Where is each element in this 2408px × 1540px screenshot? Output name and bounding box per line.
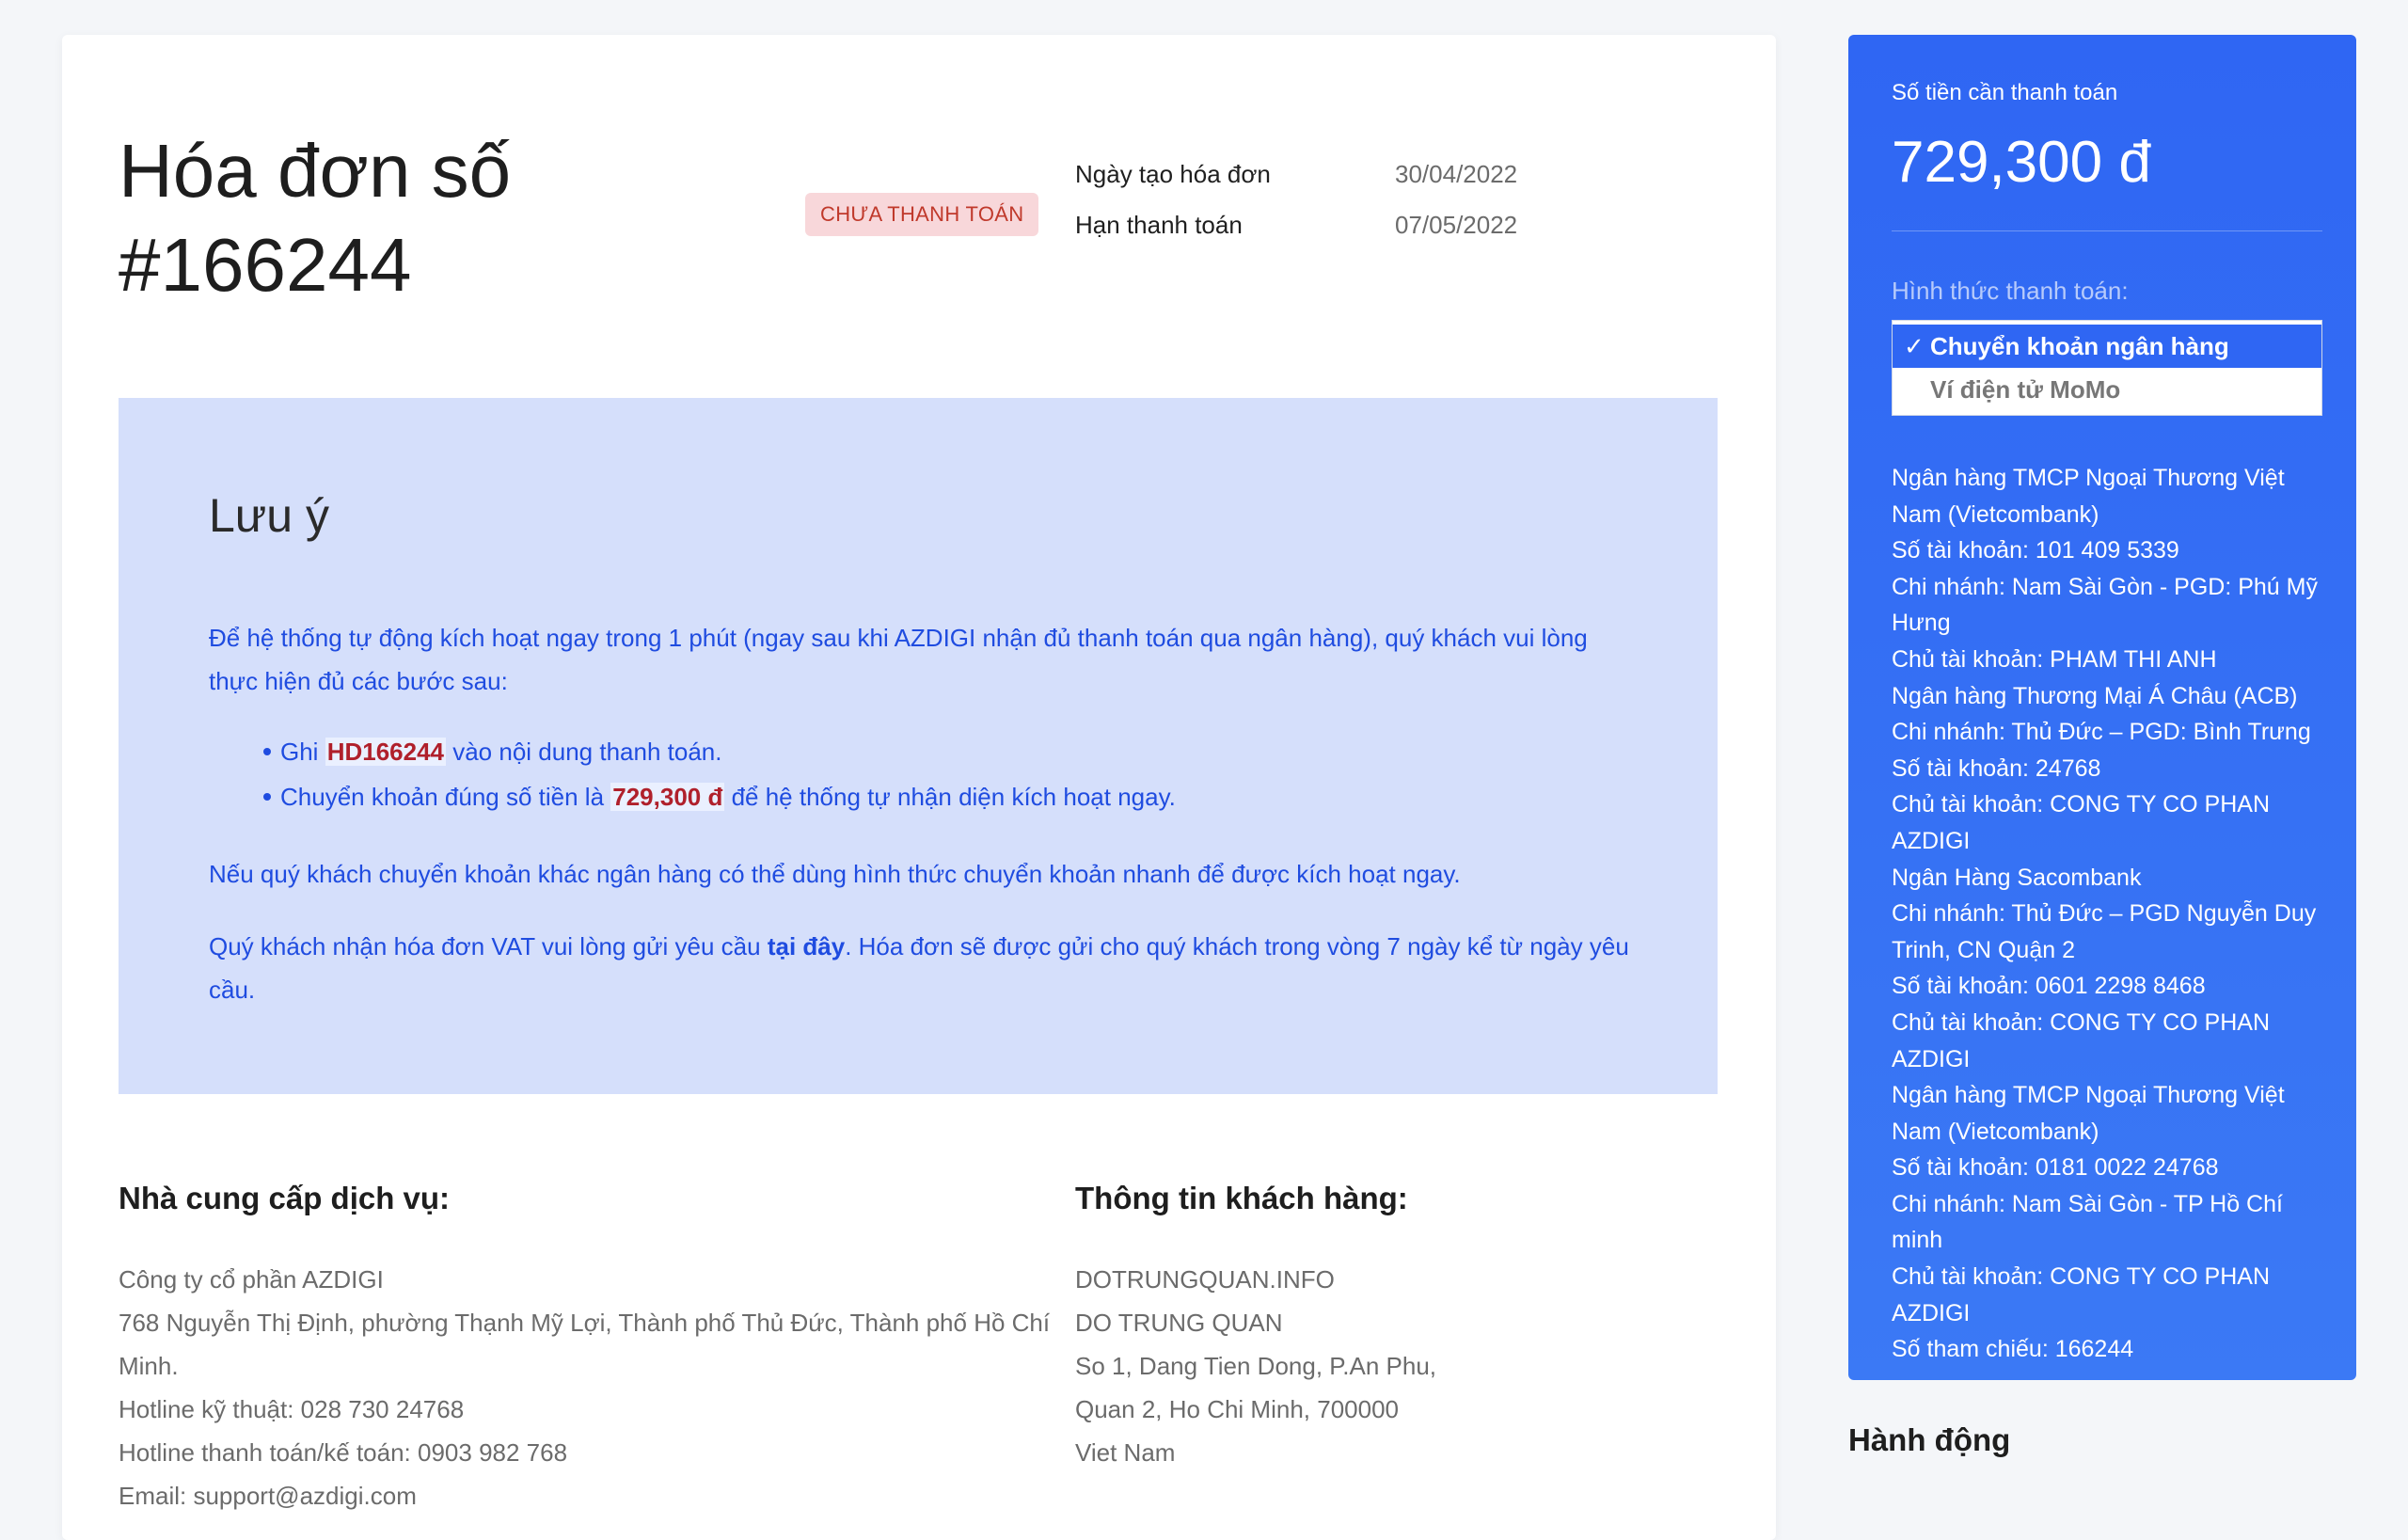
payment-method-label: Hình thức thanh toán: <box>1892 277 2129 305</box>
option-label: Ví điện tử MoMo <box>1930 375 2121 404</box>
created-date-label: Ngày tạo hóa đơn <box>1075 160 1271 188</box>
payment-panel: Số tiền cần thanh toán 729,300 đ Hình th… <box>1848 35 2356 1380</box>
notice-steps-list: Ghi HD166244 vào nội dung thanh toán. Ch… <box>209 729 1176 819</box>
customer-address-2: Quan 2, Ho Chi Minh, 700000 <box>1075 1395 1399 1423</box>
notice-step-item: Ghi HD166244 vào nội dung thanh toán. <box>209 729 1176 774</box>
provider-hotline-tech: Hotline kỹ thuật: 028 730 24768 <box>119 1395 465 1423</box>
bank-line: Chi nhánh: Nam Sài Gòn - PGD: Phú Mỹ Hưn… <box>1892 573 2318 637</box>
payment-method-dropdown[interactable]: ✓ Chuyển khoản ngân hàng Ví điện tử MoMo <box>1892 320 2322 416</box>
actions-heading: Hành động <box>1848 1422 2011 1457</box>
provider-heading: Nhà cung cấp dịch vụ: <box>119 1181 451 1215</box>
bank-line: Ngân hàng TMCP Ngoại Thương Việt Nam (Vi… <box>1892 465 2285 528</box>
due-date-value: 07/05/2022 <box>1395 211 1518 239</box>
customer-heading: Thông tin khách hàng: <box>1075 1181 1408 1215</box>
option-bank-transfer[interactable]: ✓ Chuyển khoản ngân hàng <box>1893 325 2321 368</box>
payment-amount-highlight: 729,300 đ <box>610 783 725 811</box>
invoice-title: Hóa đơn số #166244 <box>119 124 777 312</box>
vat-text-prefix: Quý khách nhận hóa đơn VAT vui lòng gửi … <box>209 932 768 961</box>
bank-line: Ngân hàng TMCP Ngoại Thương Việt Nam (Vi… <box>1892 1082 2285 1145</box>
option-label: Chuyển khoản ngân hàng <box>1930 332 2229 360</box>
divider <box>1892 230 2322 231</box>
vat-request-link[interactable]: tại đây <box>768 932 845 961</box>
bank-line: Chi nhánh: Thủ Đức – PGD Nguyễn Duy Trin… <box>1892 900 2317 963</box>
step1-suffix: vào nội dung thanh toán. <box>446 738 722 766</box>
amount-label: Số tiền cần thanh toán <box>1892 80 2118 105</box>
notice-paragraph-2: Nếu quý khách chuyển khoản khác ngân hàn… <box>209 860 1461 888</box>
provider-info: Công ty cổ phần AZDIGI 768 Nguyễn Thị Đị… <box>119 1258 1059 1517</box>
bank-line: Số tài khoản: 0181 0022 24768 <box>1892 1154 2219 1182</box>
bank-reference: Số tham chiếu: 166244 <box>1892 1336 2134 1363</box>
bank-line: Chi nhánh: Nam Sài Gòn - TP Hồ Chí minh <box>1892 1190 2283 1254</box>
provider-company: Công ty cổ phần AZDIGI <box>119 1265 384 1294</box>
provider-hotline-billing: Hotline thanh toán/kế toán: 0903 982 768 <box>119 1438 568 1467</box>
notice-paragraph-1: Để hệ thống tự động kích hoạt ngay trong… <box>209 624 1588 695</box>
customer-info: DOTRUNGQUAN.INFO DO TRUNG QUAN So 1, Dan… <box>1075 1258 1734 1474</box>
bank-line: Chủ tài khoản: PHAM THI ANH <box>1892 645 2217 673</box>
bank-details: Ngân hàng TMCP Ngoại Thương Việt Nam (Vi… <box>1892 460 2334 1368</box>
invoice-title-line1: Hóa đơn số <box>119 129 512 213</box>
bank-line: Chủ tài khoản: CONG TY CO PHAN AZDIGI <box>1892 1263 2271 1326</box>
due-date-label: Hạn thanh toán <box>1075 211 1243 239</box>
step2-prefix: Chuyển khoản đúng số tiền là <box>280 783 611 811</box>
invoice-meta: Ngày tạo hóa đơn 30/04/2022 Hạn thanh to… <box>1075 157 1517 259</box>
step1-prefix: Ghi <box>280 738 325 766</box>
bank-line: Số tài khoản: 101 409 5339 <box>1892 537 2179 564</box>
invoice-number: #166244 <box>119 223 412 307</box>
customer-address-1: So 1, Dang Tien Dong, P.An Phu, <box>1075 1352 1437 1380</box>
payment-code: HD166244 <box>325 738 446 766</box>
bank-line: Ngân Hàng Sacombank <box>1892 864 2142 891</box>
invoice-card: Hóa đơn số #166244 CHƯA THANH TOÁN Ngày … <box>62 35 1776 1540</box>
notice-step-item: Chuyển khoản đúng số tiền là 729,300 đ đ… <box>209 774 1176 819</box>
customer-domain: DOTRUNGQUAN.INFO <box>1075 1265 1335 1294</box>
notice-box: Lưu ý Để hệ thống tự động kích hoạt ngay… <box>119 398 1718 1094</box>
bank-line: Ngân hàng Thương Mại Á Châu (ACB) <box>1892 682 2298 709</box>
bullet-icon <box>263 748 271 755</box>
notice-title: Lưu ý <box>209 489 329 542</box>
bank-line: Chủ tài khoản: CONG TY CO PHAN AZDIGI <box>1892 791 2271 854</box>
option-momo[interactable]: Ví điện tử MoMo <box>1893 368 2321 411</box>
bank-line: Chủ tài khoản: CONG TY CO PHAN AZDIGI <box>1892 1008 2271 1072</box>
created-date-row: Ngày tạo hóa đơn 30/04/2022 <box>1075 157 1517 208</box>
notice-paragraph-3: Quý khách nhận hóa đơn VAT vui lòng gửi … <box>209 925 1639 1011</box>
bank-line: Chi nhánh: Thủ Đức – PGD: Bình Trưng <box>1892 719 2311 746</box>
due-date-row: Hạn thanh toán 07/05/2022 <box>1075 208 1517 259</box>
check-icon: ✓ <box>1904 332 1925 360</box>
step2-suffix: để hệ thống tự nhận diện kích hoạt ngay. <box>724 783 1176 811</box>
customer-country: Viet Nam <box>1075 1438 1176 1467</box>
amount-due: 729,300 đ <box>1892 130 2151 195</box>
created-date-value: 30/04/2022 <box>1395 160 1518 188</box>
customer-name: DO TRUNG QUAN <box>1075 1309 1283 1337</box>
provider-email: Email: support@azdigi.com <box>119 1482 417 1510</box>
bank-line: Số tài khoản: 0601 2298 8468 <box>1892 973 2206 1000</box>
bullet-icon <box>263 793 271 801</box>
provider-address: 768 Nguyễn Thị Định, phường Thạnh Mỹ Lợi… <box>119 1309 1051 1380</box>
bank-line: Số tài khoản: 24768 <box>1892 754 2101 782</box>
status-badge: CHƯA THANH TOÁN <box>805 193 1039 236</box>
